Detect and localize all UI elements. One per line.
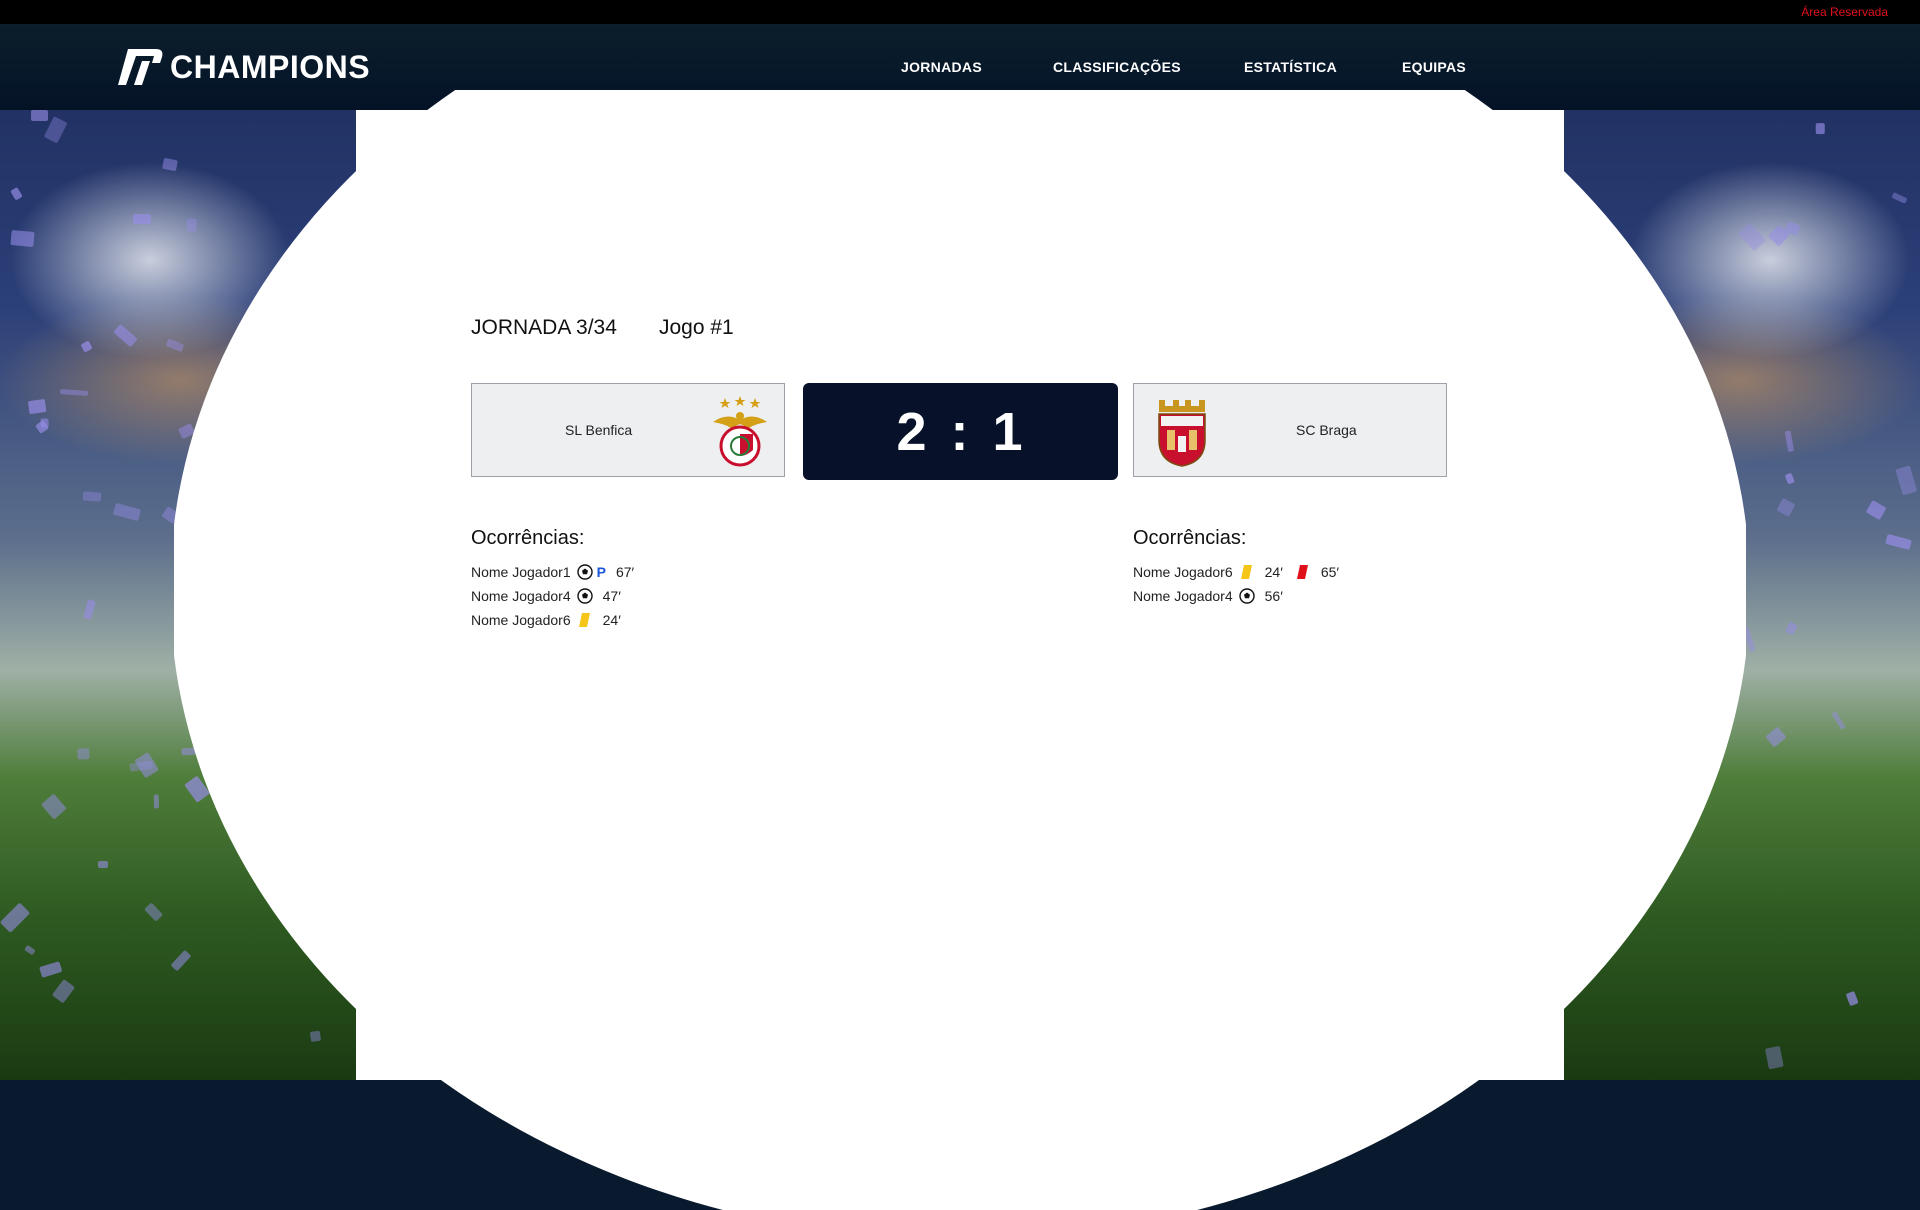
benfica-crest-icon [713, 396, 767, 467]
away-occurrences-title: Ocorrências: [1133, 527, 1247, 549]
confetti-piece [82, 491, 102, 502]
confetti-piece [1640, 750, 1650, 763]
list-item: Nome Jogador6 24′ 65′ [1133, 560, 1343, 584]
event-minute: 47′ [602, 588, 621, 604]
event-minute: 24′ [1264, 564, 1283, 580]
game-label: Jogo #1 [659, 316, 734, 339]
confetti-piece [28, 398, 47, 415]
player-name: Nome Jogador1 [471, 564, 571, 580]
confetti-piece [133, 213, 151, 224]
event-minute: 65′ [1320, 564, 1340, 580]
event-minute: 56′ [1264, 588, 1283, 604]
goal-ball-icon [576, 588, 593, 604]
confetti-piece [9, 229, 34, 248]
home-occurrences-title: Ocorrências: [471, 527, 585, 549]
event-minute: 24′ [602, 612, 621, 628]
away-team-card[interactable]: SC Braga [1133, 383, 1447, 477]
confetti-piece [181, 747, 196, 756]
player-name: Nome Jogador4 [1133, 588, 1233, 604]
away-team-name: SC Braga [1296, 422, 1357, 438]
away-occurrences-list: Nome Jogador6 24′ 65′ Nome Jogador4 56′ [1133, 560, 1343, 608]
jornada-label: JORNADA 3/34 [471, 316, 617, 339]
list-item: Nome Jogador1 P 67′ [471, 560, 638, 584]
score-separator: : [950, 401, 971, 462]
nav-jornadas[interactable]: JORNADAS [901, 59, 982, 75]
penalty-badge: P [596, 564, 606, 580]
confetti-piece [76, 748, 90, 761]
confetti-piece [97, 861, 109, 868]
yellow-card-icon [1240, 565, 1252, 579]
list-item: Nome Jogador4 56′ [1133, 584, 1343, 608]
event-minute: 67′ [615, 564, 635, 580]
confetti-piece [186, 218, 197, 232]
home-team-name: SL Benfica [565, 422, 633, 438]
confetti-piece [1816, 123, 1826, 134]
confetti-piece [309, 1030, 321, 1043]
away-score: 1 [992, 401, 1025, 462]
nav-estatistica[interactable]: ESTATÍSTICA [1244, 59, 1337, 75]
home-occurrences-list: Nome Jogador1 P 67′ Nome Jogador4 47′ No… [471, 560, 638, 632]
top-bar: Área Reservada [0, 0, 1920, 24]
braga-crest-icon [1158, 400, 1206, 467]
home-team-card[interactable]: SL Benfica [471, 383, 785, 477]
player-name: Nome Jogador4 [471, 588, 571, 604]
site-header: CHAMPIONS JORNADAS CLASSIFICAÇÕES ESTATÍ… [0, 24, 1920, 110]
confetti-piece [1631, 365, 1657, 384]
list-item: Nome Jogador6 24′ [471, 608, 638, 632]
yellow-card-icon [578, 613, 590, 627]
home-score: 2 [896, 401, 929, 462]
confetti-piece [30, 110, 49, 121]
reserved-area-link[interactable]: Área Reservada [1801, 5, 1888, 19]
player-name: Nome Jogador6 [471, 612, 571, 628]
goal-ball-icon [576, 564, 593, 580]
list-item: Nome Jogador4 47′ [471, 584, 638, 608]
red-card-icon [1296, 565, 1308, 579]
confetti-piece [153, 794, 159, 809]
player-name: Nome Jogador6 [1133, 564, 1233, 580]
goal-ball-icon [1238, 588, 1255, 604]
confetti-piece [290, 795, 301, 806]
scoreboard: 2 : 1 [803, 383, 1118, 480]
main-nav: JORNADAS CLASSIFICAÇÕES ESTATÍSTICA EQUI… [0, 59, 1920, 79]
nav-classificacoes[interactable]: CLASSIFICAÇÕES [1053, 59, 1181, 75]
nav-equipas[interactable]: EQUIPAS [1402, 59, 1466, 75]
